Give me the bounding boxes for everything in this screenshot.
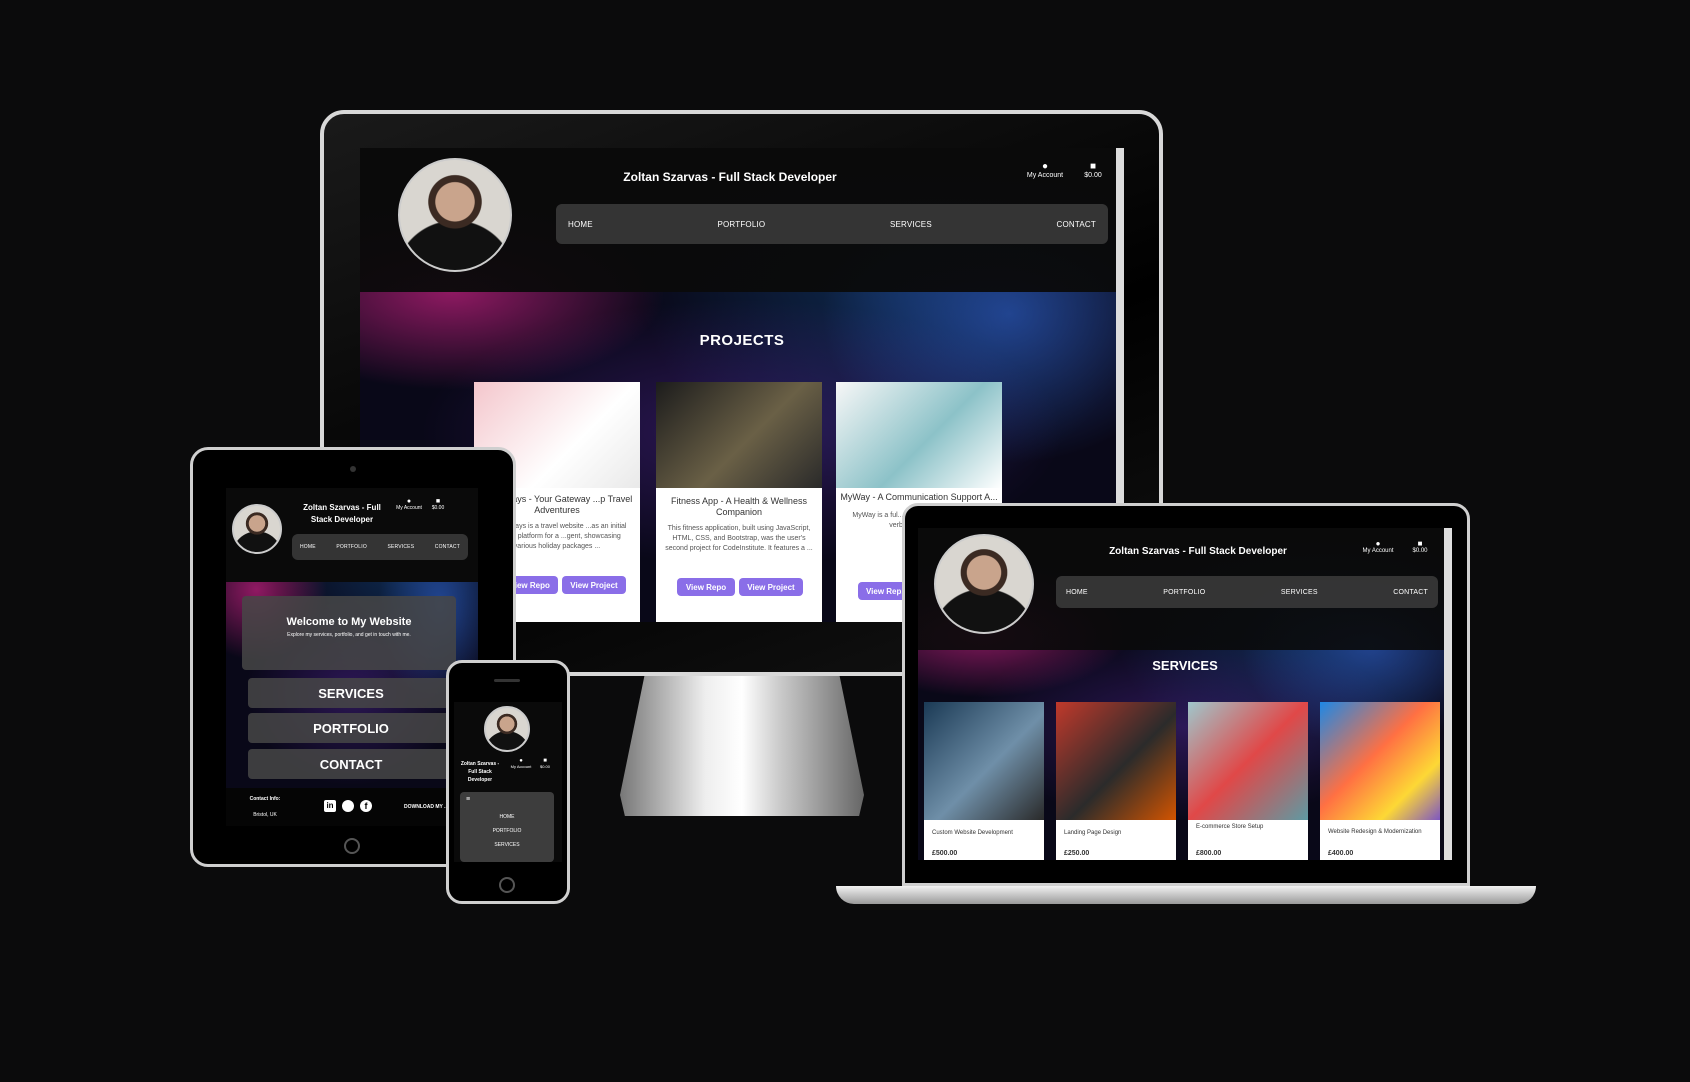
nav-portfolio[interactable]: PORTFOLIO: [336, 544, 367, 550]
project-title: Fitness App - A Health & Wellness Compan…: [671, 496, 807, 517]
main-nav: HOME PORTFOLIO SERVICES CONTACT: [292, 534, 468, 560]
service-image: [1320, 702, 1440, 820]
service-name: Website Redesign & Modernization: [1328, 829, 1422, 835]
avatar: [934, 534, 1034, 634]
section-title: PROJECTS: [699, 332, 785, 349]
cart-total: $0.00: [1084, 172, 1102, 179]
account-label: My Account: [1362, 548, 1394, 554]
page-title: Zoltan Szarvas - Full Stack Developer: [460, 761, 500, 783]
laptop-screen: Zoltan Szarvas - Full Stack Developer ● …: [918, 528, 1452, 860]
laptop-base: [836, 886, 1536, 904]
mobile-menu: ≡ HOME PORTFOLIO SERVICES: [460, 792, 554, 862]
nav-services[interactable]: SERVICES: [387, 544, 414, 550]
service-image: [1188, 702, 1308, 820]
welcome-subtitle: Explore my services, portfolio, and get …: [287, 632, 411, 638]
account-label: My Account: [1026, 172, 1064, 179]
project-thumbnail: [836, 382, 1002, 488]
service-image: [1056, 702, 1176, 820]
cart-total: $0.00: [539, 764, 550, 769]
menu-services[interactable]: SERVICES: [460, 842, 554, 848]
menu-home[interactable]: HOME: [460, 814, 554, 820]
monitor-stand: [620, 676, 864, 816]
user-icon: ●: [406, 498, 412, 505]
hamburger-icon[interactable]: ≡: [466, 796, 470, 803]
phone-home-button[interactable]: [499, 877, 515, 893]
project-thumbnail: [656, 382, 822, 488]
services-link[interactable]: SERVICES: [248, 678, 454, 708]
main-nav: HOME PORTFOLIO SERVICES CONTACT: [556, 204, 1108, 244]
tablet-home-button[interactable]: [344, 838, 360, 854]
cart-total: $0.00: [1412, 548, 1428, 554]
welcome-box: Welcome to My Website Explore my service…: [242, 596, 456, 670]
service-card[interactable]: Website Redesign & Modernization £400.00: [1320, 702, 1440, 860]
main-nav: HOME PORTFOLIO SERVICES CONTACT: [1056, 576, 1438, 608]
service-name: Custom Website Development: [932, 830, 1013, 836]
view-project-button[interactable]: View Project: [562, 576, 626, 594]
my-account-link[interactable]: ● My Account: [1020, 161, 1070, 180]
project-title: MyWay - A Communication Support A...: [840, 492, 998, 502]
menu-portfolio[interactable]: PORTFOLIO: [460, 828, 554, 834]
nav-portfolio[interactable]: PORTFOLIO: [1163, 589, 1205, 596]
service-price: £500.00: [932, 850, 958, 857]
location-text: Bristol, UK: [253, 812, 277, 818]
bag-icon: ■: [435, 498, 441, 505]
contact-link[interactable]: CONTACT: [248, 749, 454, 779]
nav-home[interactable]: HOME: [1066, 589, 1088, 596]
my-account-link[interactable]: ● My Account: [1358, 539, 1398, 555]
bag-icon: ■: [1089, 161, 1097, 172]
avatar: [484, 706, 530, 752]
user-icon: ●: [1041, 161, 1049, 172]
nav-contact[interactable]: CONTACT: [1057, 220, 1096, 229]
page-title: Zoltan Szarvas - Full Stack Developer: [303, 503, 381, 524]
account-label: My Account: [396, 505, 422, 511]
portfolio-link[interactable]: PORTFOLIO: [248, 713, 454, 743]
scrollbar[interactable]: [1444, 528, 1452, 860]
nav-home[interactable]: HOME: [568, 220, 593, 229]
service-image: [924, 702, 1044, 820]
linkedin-icon[interactable]: in: [324, 800, 336, 812]
user-icon: ●: [1375, 539, 1381, 548]
nav-services[interactable]: SERVICES: [890, 220, 932, 229]
contact-info-label: Contact Info:: [249, 796, 281, 802]
nav-home[interactable]: HOME: [300, 544, 316, 550]
nav-contact[interactable]: CONTACT: [1393, 589, 1428, 596]
avatar: [232, 504, 282, 554]
service-price: £400.00: [1328, 850, 1354, 857]
avatar: [398, 158, 512, 272]
view-repo-button[interactable]: View Repo: [677, 578, 735, 596]
project-desc: This fitness application, built using Ja…: [665, 525, 813, 552]
phone-screen: Zoltan Szarvas - Full Stack Developer ● …: [454, 702, 562, 862]
page-title: Zoltan Szarvas - Full Stack Developer: [623, 170, 837, 184]
my-account-link[interactable]: ● My Account: [396, 498, 422, 511]
account-label: My Account: [510, 764, 532, 769]
page-title: Zoltan Szarvas - Full Stack Developer: [1109, 546, 1287, 557]
service-price: £250.00: [1064, 850, 1090, 857]
my-account-link[interactable]: ● My Account: [510, 758, 532, 769]
service-name: E-commerce Store Setup: [1196, 824, 1264, 830]
nav-contact[interactable]: CONTACT: [435, 544, 460, 550]
view-project-button[interactable]: View Project: [739, 578, 803, 596]
service-price: £800.00: [1196, 850, 1222, 857]
project-card: Fitness App - A Health & Wellness Compan…: [656, 382, 822, 622]
cart-link[interactable]: ■ $0.00: [426, 498, 450, 511]
github-icon[interactable]: [342, 800, 354, 812]
service-card[interactable]: E-commerce Store Setup £800.00: [1188, 702, 1308, 860]
cart-total: $0.00: [431, 505, 445, 511]
bag-icon: ■: [1417, 539, 1423, 548]
cart-link[interactable]: ■ $0.00: [1406, 539, 1434, 555]
phone-speaker: [494, 679, 520, 682]
cart-link[interactable]: ■ $0.00: [534, 758, 556, 769]
nav-services[interactable]: SERVICES: [1281, 589, 1318, 596]
service-name: Landing Page Design: [1064, 830, 1122, 836]
service-card[interactable]: Custom Website Development £500.00: [924, 702, 1044, 860]
facebook-icon[interactable]: f: [360, 800, 372, 812]
nav-portfolio[interactable]: PORTFOLIO: [717, 220, 765, 229]
section-title: SERVICES: [1152, 658, 1218, 673]
tablet-camera: [350, 466, 356, 472]
cart-link[interactable]: ■ $0.00: [1078, 161, 1108, 180]
service-card[interactable]: Landing Page Design £250.00: [1056, 702, 1176, 860]
welcome-title: Welcome to My Website: [286, 616, 412, 628]
tablet-screen: Zoltan Szarvas - Full Stack Developer ● …: [226, 488, 478, 826]
